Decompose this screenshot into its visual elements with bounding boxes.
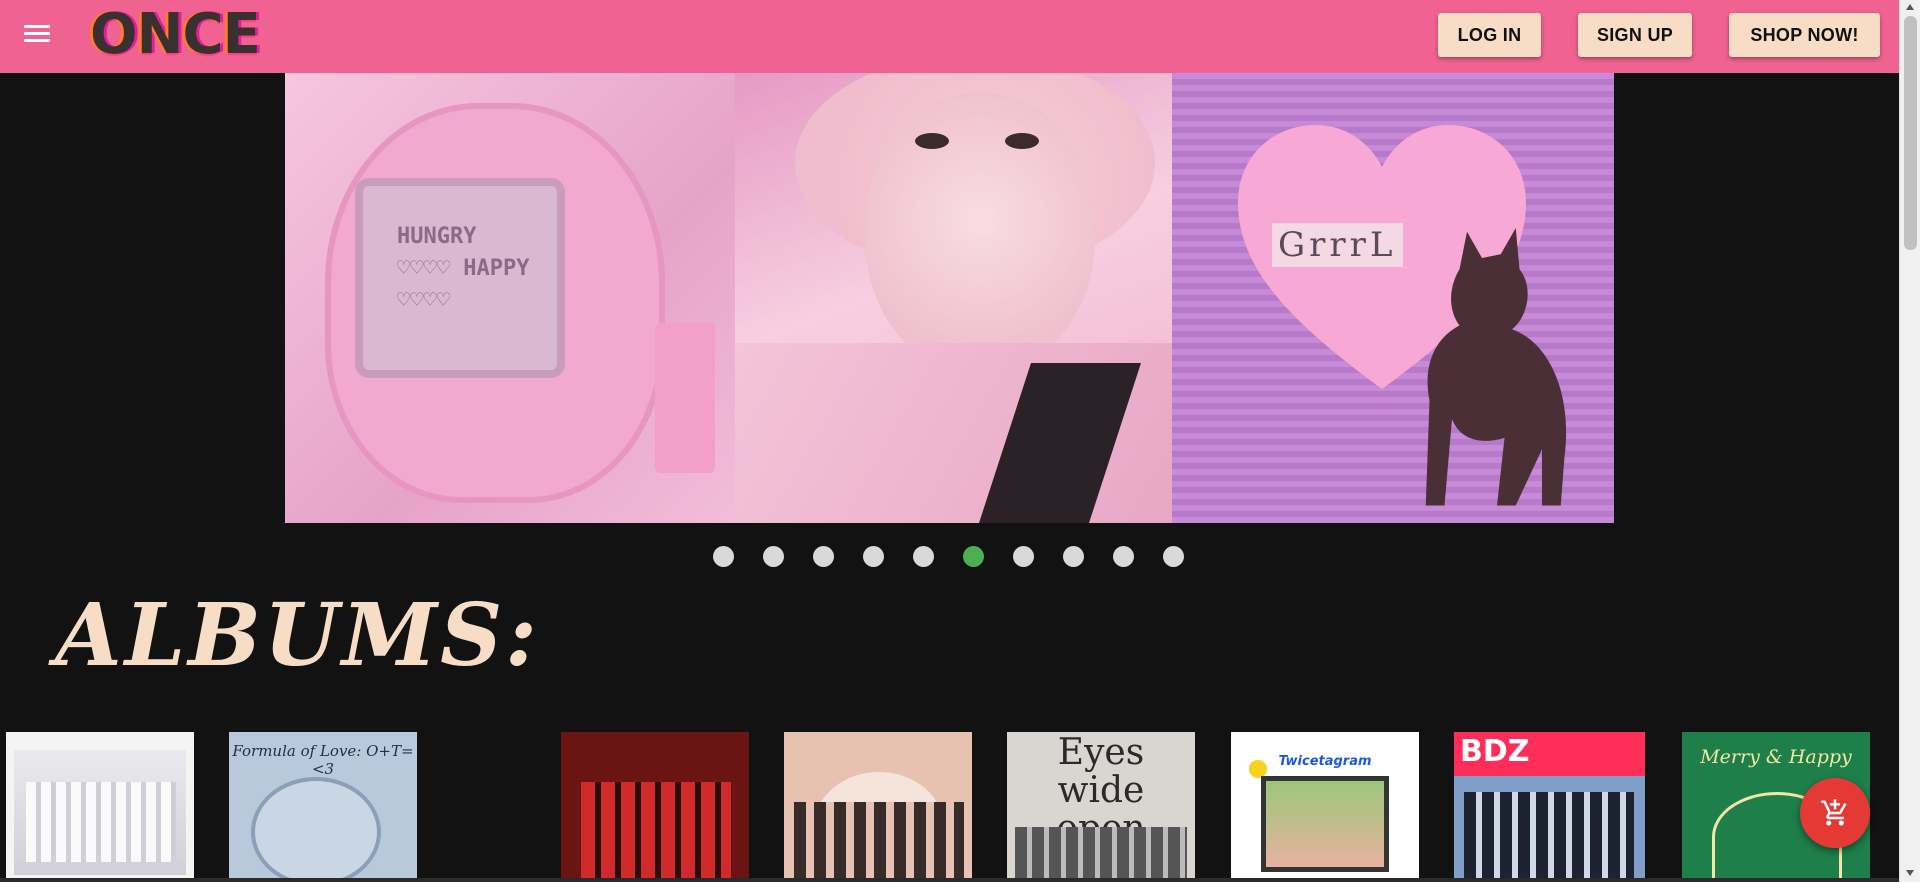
menu-icon[interactable] [24, 22, 50, 44]
carousel-dot[interactable] [813, 546, 834, 567]
add-shopping-cart-button[interactable] [1800, 778, 1870, 848]
logo[interactable]: ONCE [90, 1, 261, 67]
carousel-dot[interactable] [713, 546, 734, 567]
top-app-bar: ONCE LOG IN SIGN UP SHOP NOW! [0, 0, 1899, 73]
album-twicetagram[interactable]: Twicetagram [1231, 732, 1419, 882]
carousel-slide[interactable]: HUNGRY ♡♡♡♡ HAPPY ♡♡♡♡ GrrrL [285, 73, 1614, 523]
carousel-dot[interactable] [863, 546, 884, 567]
carousel-dot-active[interactable] [963, 546, 984, 567]
shop-now-button[interactable]: SHOP NOW! [1729, 13, 1880, 57]
carousel-indicators [713, 546, 1184, 567]
horizontal-scrollbar[interactable] [0, 878, 1899, 882]
carousel-dot[interactable] [1163, 546, 1184, 567]
album-cover-text: Formula of Love: O+T=<3 [232, 742, 414, 778]
add-shopping-cart-icon [1821, 799, 1847, 826]
heart-cat-photo: GrrrL [1172, 73, 1614, 523]
tamagotchi-screen-text: HUNGRY ♡♡♡♡ HAPPY ♡♡♡♡ [397, 224, 530, 313]
cat-silhouette [1425, 228, 1567, 506]
scroll-thumb[interactable] [1904, 16, 1917, 250]
carousel-dot[interactable] [1013, 546, 1034, 567]
album-white-cover[interactable] [6, 732, 194, 882]
grrrl-sign: GrrrL [1272, 223, 1403, 267]
album-bdz[interactable]: BDZ [1454, 732, 1645, 882]
vertical-scrollbar[interactable] [1899, 0, 1920, 882]
albums-heading: ALBUMS: [55, 585, 540, 686]
carousel-dot[interactable] [913, 546, 934, 567]
portrait-photo [735, 73, 1172, 523]
scroll-down-arrow-icon[interactable] [1906, 870, 1914, 876]
logo-text: ONCE [90, 1, 261, 67]
album-eyes-wide-open[interactable]: Eyes wide open [1007, 732, 1195, 882]
album-red-cover[interactable] [561, 732, 749, 882]
carousel-dot[interactable] [1113, 546, 1134, 567]
tamagotchi-photo: HUNGRY ♡♡♡♡ HAPPY ♡♡♡♡ [285, 73, 735, 523]
album-cover-text: BDZ [1460, 734, 1530, 769]
album-peach-cover[interactable] [784, 732, 972, 882]
carousel-dot[interactable] [763, 546, 784, 567]
scroll-up-arrow-icon[interactable] [1906, 4, 1914, 10]
signup-button[interactable]: SIGN UP [1578, 13, 1692, 57]
carousel-dot[interactable] [1063, 546, 1084, 567]
album-formula-of-love[interactable]: Formula of Love: O+T=<3 [229, 732, 417, 882]
login-button[interactable]: LOG IN [1438, 13, 1541, 57]
album-cover-text: Merry & Happy [1700, 746, 1852, 768]
